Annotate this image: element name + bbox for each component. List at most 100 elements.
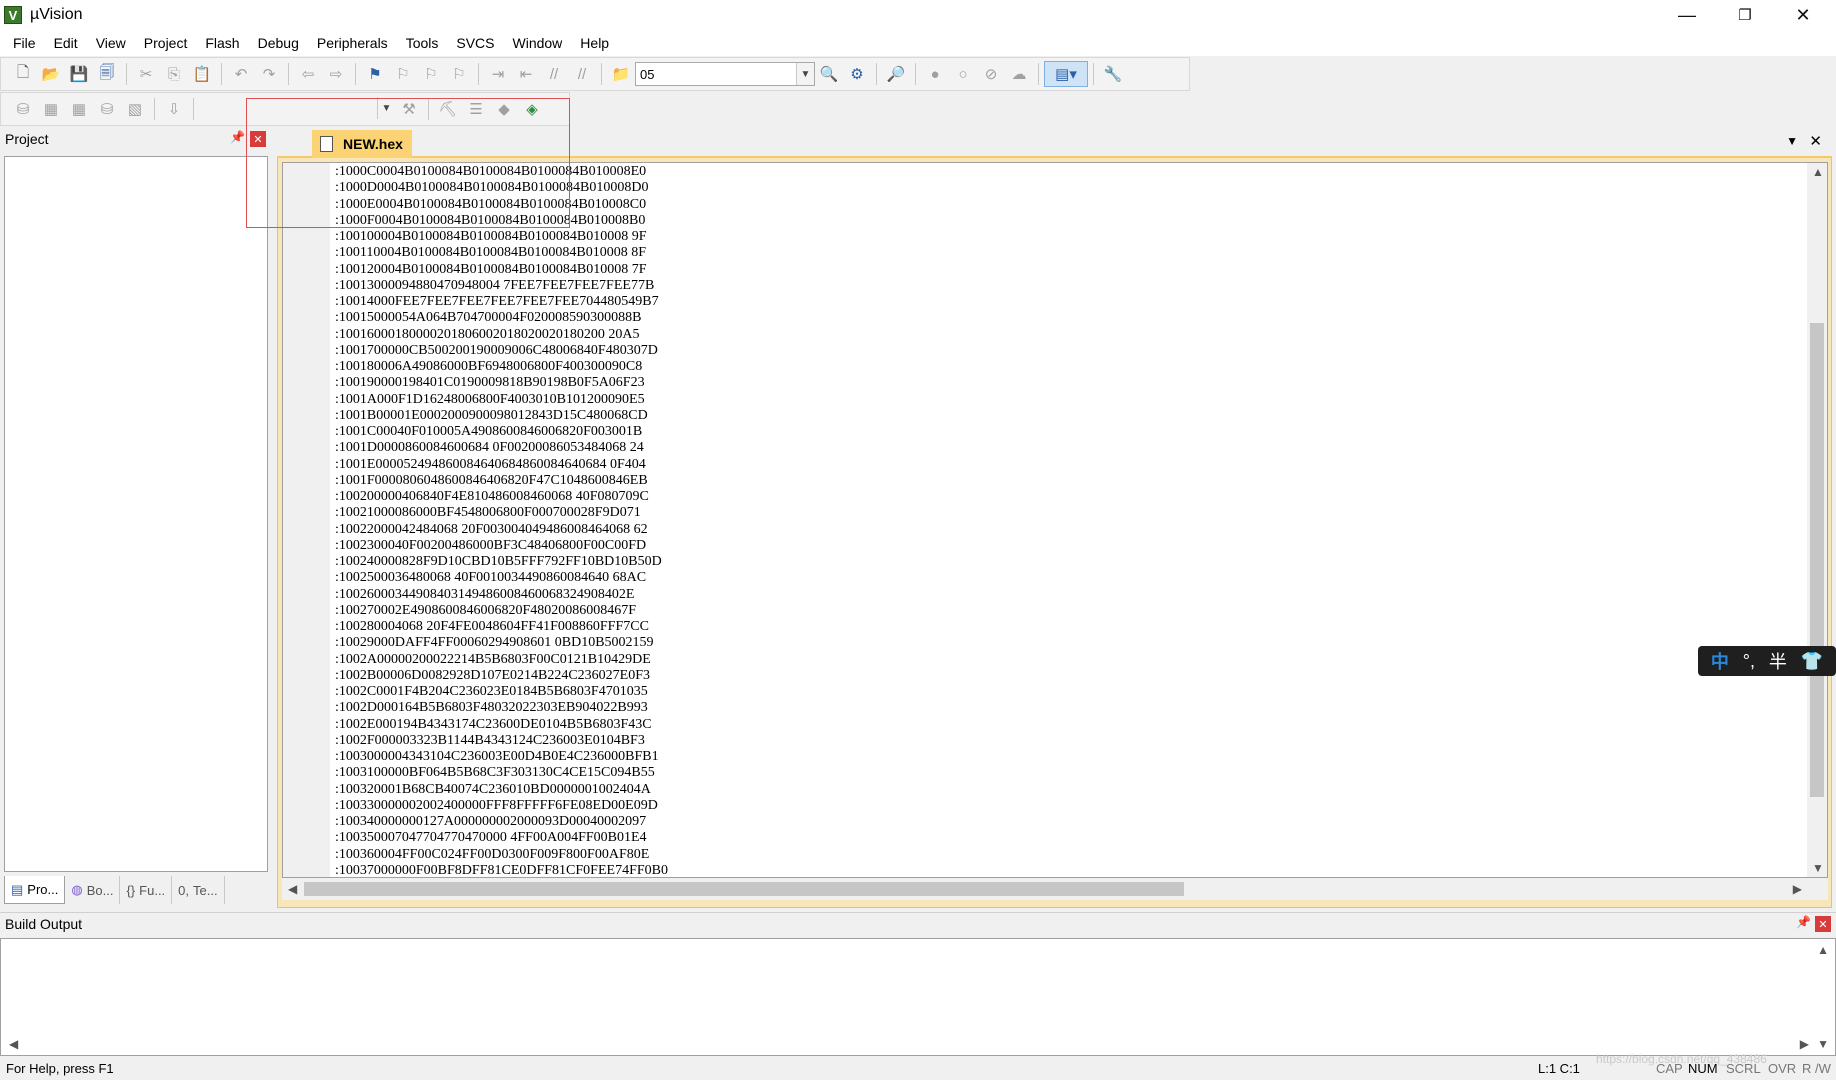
find-in-files-icon[interactable]: 📁 [607,61,635,87]
menu-edit[interactable]: Edit [45,30,87,56]
scroll-up-icon[interactable]: ▲ [1817,943,1829,957]
menu-window[interactable]: Window [504,30,572,56]
horizontal-scrollbar[interactable]: ◀ ▶ [282,878,1828,900]
tab-project[interactable]: ▤ Pro... [4,876,66,904]
translate-icon[interactable]: ⛁ [9,96,37,122]
save-icon[interactable]: 💾 [65,61,93,87]
file-extensions-icon[interactable]: ⛏ [434,96,462,122]
menu-view[interactable]: View [87,30,135,56]
open-folder-icon[interactable]: 📂 [37,61,65,87]
code-line: :1002500036480068 40F0010034490860084640… [335,570,647,586]
disable-breakpoint-icon[interactable]: ○ [949,61,977,87]
ime-width-toggle[interactable]: 半 [1769,648,1787,674]
menu-tools[interactable]: Tools [397,30,448,56]
minimize-button[interactable]: — [1658,0,1716,30]
scroll-down-icon[interactable]: ▼ [1812,861,1824,875]
editor-tab-new-hex[interactable]: NEW.hex [312,130,412,158]
new-file-icon[interactable]: 🗋 [9,61,37,87]
menu-debug[interactable]: Debug [249,30,308,56]
nav-back-icon[interactable]: ⇦ [294,61,322,87]
scroll-up-icon[interactable]: ▲ [1812,165,1824,179]
code-line: :1002B00006D0082928D107E0214B224C236027E… [335,667,651,683]
separator [1093,63,1094,85]
code-line: :1001B00001E0002000900098012843D15C48006… [335,407,648,423]
tab-books[interactable]: ◍ Bo... [65,876,121,904]
tab-templates[interactable]: 0, Te... [172,876,225,904]
save-all-icon[interactable]: 🗐 [93,61,121,87]
chevron-down-icon[interactable]: ▼ [377,97,395,119]
pack-installer-icon[interactable]: ◈ [518,96,546,122]
code-line: :100100004B0100084B0100084B0100084B01000… [335,229,647,244]
close-window-button[interactable]: ✕ [1774,0,1832,30]
tab-functions[interactable]: {} Fu... [120,876,173,904]
target-options-icon[interactable]: ⚒ [395,96,423,122]
download-icon[interactable]: ⇩ [160,96,188,122]
code-line: :1001F0000806048600846406820F47C10486008… [335,472,648,488]
next-bookmark-icon[interactable]: ⚐ [417,61,445,87]
stop-build-icon[interactable]: ▧ [121,96,149,122]
paste-icon[interactable]: 📋 [188,61,216,87]
kill-all-breakpoints-icon[interactable]: ☁ [1005,61,1033,87]
window-layout-icon[interactable]: ▤▾ [1044,61,1088,87]
clear-bookmarks-icon[interactable]: ⚐ [445,61,473,87]
vertical-scrollbar[interactable]: ▲ ▼ [1807,163,1827,877]
ime-punctuation-toggle[interactable]: °, [1743,651,1755,672]
menu-svcs[interactable]: SVCS [447,30,503,56]
code-line: :1002D000164B5B6803F48032022303EB904022B… [335,700,648,716]
undo-icon[interactable]: ↶ [227,61,255,87]
ime-language-toggle[interactable]: 中 [1711,648,1729,674]
build-icon[interactable]: ▦ [37,96,65,122]
scroll-right-icon[interactable]: ▶ [1793,882,1802,896]
debug-session-icon[interactable]: ⚙ [843,61,871,87]
uncomment-icon[interactable]: // [568,61,596,87]
code-line: :10022000042484068 20F003004049486008464… [335,521,648,537]
status-ovr: OVR [1768,1061,1797,1076]
separator [126,63,127,85]
pin-icon[interactable]: 📌 [230,130,245,144]
scroll-thumb[interactable] [304,882,1184,896]
chevron-down-icon[interactable]: ▼ [796,63,814,85]
cut-icon[interactable]: ✂ [132,61,160,87]
ime-toolbar[interactable]: 中 °, 半 👕 [1698,646,1836,676]
configure-wrench-icon[interactable]: 🔧 [1099,61,1127,87]
tab-label: Pro... [27,882,59,897]
code-editor[interactable]: :1000C0004B0100084B0100084B0100084B01000… [282,162,1828,878]
pin-icon[interactable]: 📌 [1796,915,1811,929]
manage-components-icon[interactable]: ☰ [462,96,490,122]
project-tree[interactable] [4,156,268,872]
batch-build-icon[interactable]: ⛁ [93,96,121,122]
find-target-combo[interactable]: 05 ▼ [635,62,815,86]
scroll-down-icon[interactable]: ▼ [1817,1037,1829,1051]
start-debug-icon[interactable]: 🔎 [882,61,910,87]
select-packs-icon[interactable]: ◆ [490,96,518,122]
scroll-left-icon[interactable]: ◀ [9,1037,18,1051]
incremental-find-icon[interactable]: 🔍 [815,61,843,87]
rebuild-icon[interactable]: ▦ [65,96,93,122]
close-panel-icon[interactable]: ✕ [250,131,266,147]
prev-bookmark-icon[interactable]: ⚐ [389,61,417,87]
build-output-area[interactable]: ▲ ▼ ◀ ▶ [0,938,1836,1056]
menu-file[interactable]: File [4,30,45,56]
indent-icon[interactable]: ⇥ [484,61,512,87]
copy-icon[interactable]: ⎘ [160,61,188,87]
comment-icon[interactable]: // [540,61,568,87]
menu-project[interactable]: Project [135,30,197,56]
target-select-combo[interactable]: ▼ [377,97,395,121]
scroll-left-icon[interactable]: ◀ [288,882,297,896]
bookmark-icon[interactable]: ⚑ [361,61,389,87]
restore-button[interactable]: ❐ [1716,0,1774,30]
menu-help[interactable]: Help [571,30,618,56]
close-panel-icon[interactable]: ✕ [1815,916,1831,932]
unindent-icon[interactable]: ⇤ [512,61,540,87]
redo-icon[interactable]: ↷ [255,61,283,87]
nav-forward-icon[interactable]: ⇨ [322,61,350,87]
menu-peripherals[interactable]: Peripherals [308,30,397,56]
close-tab-icon[interactable]: ✕ [1809,132,1822,150]
ime-skin-icon[interactable]: 👕 [1801,651,1823,672]
disable-all-breakpoints-icon[interactable]: ⊘ [977,61,1005,87]
scroll-thumb[interactable] [1810,323,1824,797]
breakpoint-icon[interactable]: ● [921,61,949,87]
tab-list-dropdown-icon[interactable]: ▼ [1786,134,1798,148]
menu-flash[interactable]: Flash [196,30,248,56]
scroll-right-icon[interactable]: ▶ [1800,1037,1809,1051]
